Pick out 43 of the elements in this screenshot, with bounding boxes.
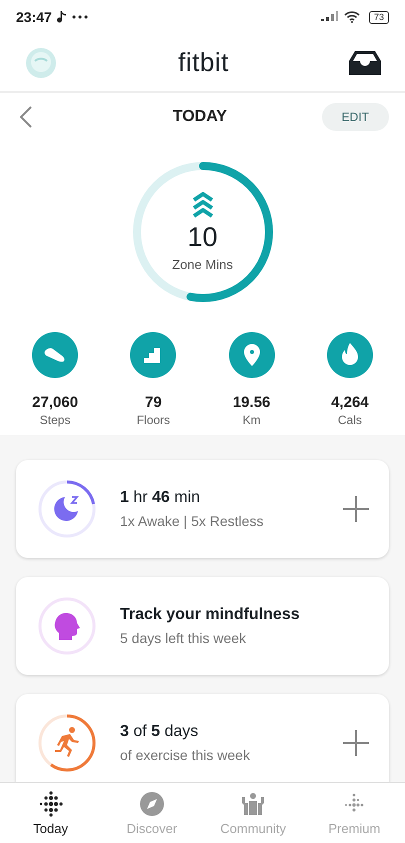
stat-label: Steps [40, 413, 70, 427]
dots-logo-icon [38, 790, 64, 816]
tile-title: Track your mindfulness [120, 606, 301, 624]
status-time: 23:47 [16, 9, 52, 25]
people-icon [240, 790, 266, 816]
stat-label: Floors [136, 413, 170, 427]
battery-indicator: 73 [368, 10, 389, 24]
zone-label: Zone Mins [172, 257, 233, 272]
tile-title: 1 hr 46 min [120, 489, 202, 507]
stat-value: 4,264 [331, 394, 369, 411]
add-icon[interactable] [343, 496, 369, 522]
add-icon[interactable] [343, 730, 369, 756]
moon-icon [36, 478, 98, 540]
zone-value: 10 [187, 222, 218, 253]
tile-card[interactable]: 3 of 5 days of exercise this week [16, 694, 389, 782]
tile-title: 3 of 5 days [120, 723, 200, 741]
runner-icon [36, 712, 98, 774]
tile-subtitle: 5 days left this week [120, 630, 248, 646]
head-icon [36, 595, 98, 657]
tile-card[interactable]: Track your mindfulness 5 days left this week [16, 577, 389, 675]
more-icon [72, 15, 88, 19]
stat-label: Km [242, 413, 261, 427]
day-title: TODAY [172, 108, 227, 126]
stat-value: 19.56 [232, 394, 270, 411]
signal-icon [320, 11, 339, 23]
flame-icon[interactable] [326, 332, 373, 378]
app-title: fitbit [178, 47, 229, 78]
stairs-icon[interactable] [130, 332, 176, 378]
edit-button[interactable]: EDIT [322, 103, 389, 131]
inbox-icon[interactable] [349, 50, 381, 74]
nav-tab[interactable]: Today [0, 783, 102, 843]
compass-icon [138, 790, 165, 816]
tile-subtitle: 1x Awake | 5x Restless [120, 513, 264, 529]
tile-subtitle: of exercise this week [120, 747, 251, 763]
chevrons-icon [192, 192, 214, 218]
stat-label: Cals [338, 413, 362, 427]
stat-value: 79 [145, 394, 162, 411]
music-note-icon [56, 10, 67, 24]
wifi-icon [344, 11, 360, 23]
stat-value: 27,060 [32, 394, 78, 411]
location-pin-icon[interactable] [228, 332, 275, 378]
back-icon[interactable] [20, 106, 32, 128]
tile-card[interactable]: 1 hr 46 min 1x Awake | 5x Restless [16, 460, 389, 558]
